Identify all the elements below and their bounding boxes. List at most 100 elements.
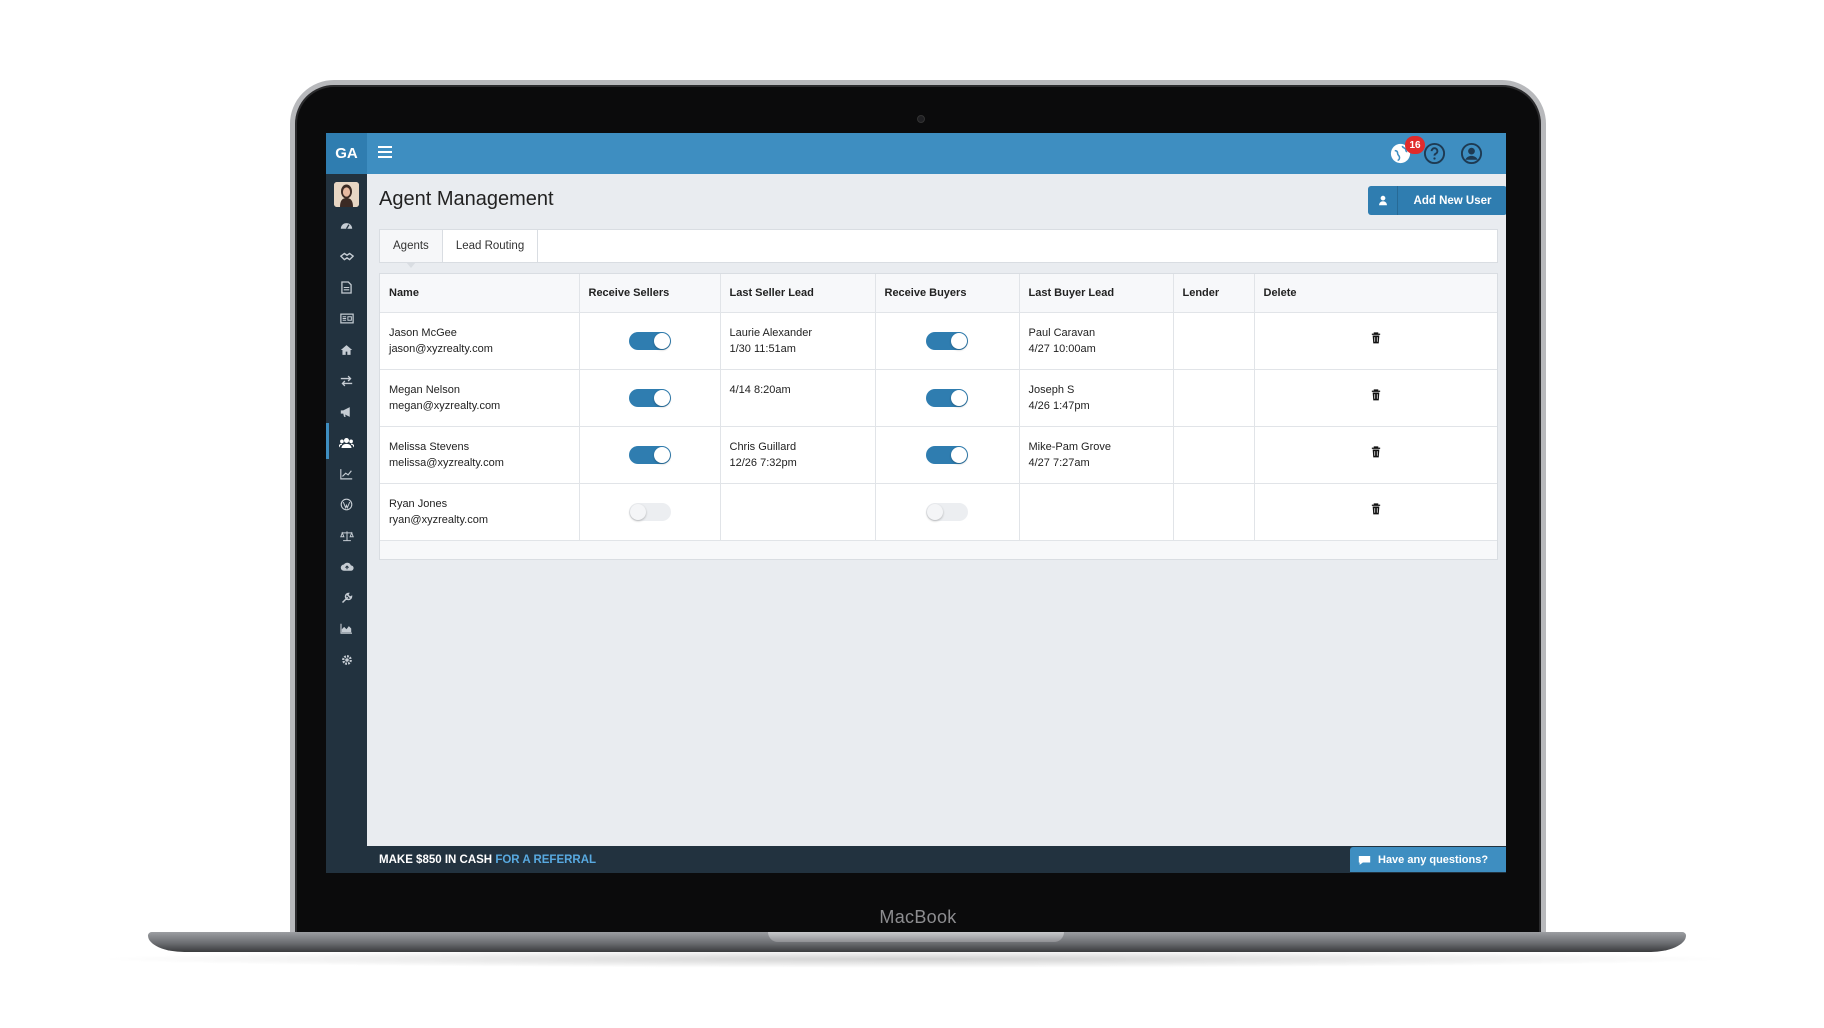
receive-buyers-cell [875,426,1020,484]
scales-icon[interactable] [338,527,355,544]
receive-buyers-cell [875,312,1020,370]
receive-sellers-cell [579,426,721,484]
buyer-lead-time: 4/27 10:00am [1028,342,1096,355]
receive-sellers-cell [579,483,721,541]
column-header-delete: Delete [1254,274,1497,313]
trash-icon[interactable] [1371,503,1381,518]
footer-bar: MAKE $850 IN CASH FOR A REFERRAL Have an… [367,846,1506,873]
agent-email: melissa@xyzrealty.com [389,456,504,469]
receive-sellers-toggle[interactable] [628,502,671,521]
column-header-receive-buyers[interactable]: Receive Buyers [875,274,1020,313]
app-screen: GA 16 Agent Management Add New User Agen… [326,133,1506,873]
camera [917,115,925,123]
chat-help-button[interactable]: Have any questions? [1350,847,1506,872]
wrench-icon[interactable] [338,589,355,606]
table-row: Jason McGee jason@xyzrealty.com Laurie Ale… [380,312,1497,370]
receive-buyers-cell [875,369,1020,427]
buyer-lead-name: Joseph S [1028,383,1075,396]
buyer-lead-name: Paul Caravan [1028,326,1096,339]
promo-accent-text: FOR A REFERRAL [495,854,597,866]
receive-sellers-toggle[interactable] [628,331,671,350]
trash-icon[interactable] [1371,446,1381,461]
last-buyer-lead-cell [1019,483,1174,541]
sidebar [326,174,367,873]
chat-help-label: Have any questions? [1378,853,1489,866]
seller-lead-time: 12/26 7:32pm [729,456,797,469]
seller-lead-name: 4/14 8:20am [729,383,791,396]
page-title: Agent Management [379,188,554,210]
table-header-row: Name Receive Sellers Last Seller Lead Re… [380,274,1497,313]
tab-bar: Agents Lead Routing [379,229,1498,268]
last-seller-lead-cell: Chris Guillard 12/26 7:32pm [720,426,876,484]
agent-cell: Ryan Jones ryan@xyzrealty.com [380,483,580,541]
main-content: Agent Management Add New User Agents Lea… [367,174,1506,846]
tab-lead-routing[interactable]: Lead Routing [443,230,539,262]
cloud-upload-icon[interactable] [338,558,355,575]
delete-cell [1254,426,1497,484]
column-header-name[interactable]: Name [380,274,580,313]
receive-buyers-toggle[interactable] [926,502,968,521]
last-buyer-lead-cell: Joseph S 4/26 1:47pm [1019,369,1174,427]
gear-icon[interactable] [338,651,355,668]
lender-cell [1173,369,1255,427]
home-icon[interactable] [338,341,355,358]
lender-cell [1173,483,1255,541]
table-footer [380,540,1497,559]
delete-cell [1254,312,1497,370]
seller-lead-name: Laurie Alexander [729,326,813,339]
document-icon[interactable] [338,279,355,296]
promo-main-text: MAKE $850 IN CASH [379,854,493,866]
seller-lead-name: Chris Guillard [729,440,797,453]
delete-cell [1254,369,1497,427]
user-account-icon[interactable] [1460,142,1483,165]
dashboard-icon[interactable] [338,217,355,234]
agents-table: Name Receive Sellers Last Seller Lead Re… [379,273,1498,560]
notification-badge: 16 [1405,136,1425,154]
area-chart-icon[interactable] [338,620,355,637]
last-buyer-lead-cell: Mike-Pam Grove 4/27 7:27am [1019,426,1174,484]
agent-cell: Jason McGee jason@xyzrealty.com [380,312,580,370]
column-header-receive-sellers[interactable]: Receive Sellers [579,274,721,313]
add-new-user-label: Add New User [1413,194,1492,207]
agent-name: Melissa Stevens [389,440,470,453]
column-header-last-seller-lead[interactable]: Last Seller Lead [720,274,876,313]
lender-cell [1173,312,1255,370]
agent-email: megan@xyzrealty.com [389,399,501,412]
receive-sellers-toggle[interactable] [628,388,671,407]
agent-cell: Megan Nelson megan@xyzrealty.com [380,369,580,427]
referral-promo-link[interactable]: MAKE $850 IN CASH FOR A REFERRAL [379,854,596,866]
menu-toggle-icon[interactable] [378,146,392,160]
device-brand-label: MacBook [879,907,957,927]
receive-buyers-toggle[interactable] [926,445,968,464]
laptop-shadow [90,950,1740,968]
transfer-icon[interactable] [338,372,355,389]
app-logo[interactable]: GA [326,133,367,174]
add-new-user-button[interactable]: Add New User [1368,186,1506,215]
receive-buyers-toggle[interactable] [926,331,968,350]
receive-buyers-toggle[interactable] [926,388,968,407]
help-icon[interactable] [1423,142,1446,165]
trash-icon[interactable] [1371,332,1381,347]
avatar[interactable] [334,182,359,207]
agent-email: jason@xyzrealty.com [389,342,493,355]
megaphone-icon[interactable] [338,403,355,420]
users-icon[interactable] [338,434,355,451]
agent-name: Megan Nelson [389,383,460,396]
handshake-icon[interactable] [338,248,355,265]
last-buyer-lead-cell: Paul Caravan 4/27 10:00am [1019,312,1174,370]
sidebar-active-indicator [326,423,329,459]
top-bar: GA 16 [326,133,1506,174]
trash-icon[interactable] [1371,389,1381,404]
delete-cell [1254,483,1497,541]
line-chart-icon[interactable] [338,465,355,482]
column-header-last-buyer-lead[interactable]: Last Buyer Lead [1019,274,1174,313]
wordpress-icon[interactable] [338,496,355,513]
receive-sellers-toggle[interactable] [628,445,671,464]
column-header-lender[interactable]: Lender [1173,274,1255,313]
receive-buyers-cell [875,483,1020,541]
id-card-icon[interactable] [338,310,355,327]
buyer-lead-time: 4/26 1:47pm [1028,399,1090,412]
tab-agents[interactable]: Agents [380,230,443,268]
receive-sellers-cell [579,369,721,427]
chat-bubble-icon [1350,854,1378,866]
